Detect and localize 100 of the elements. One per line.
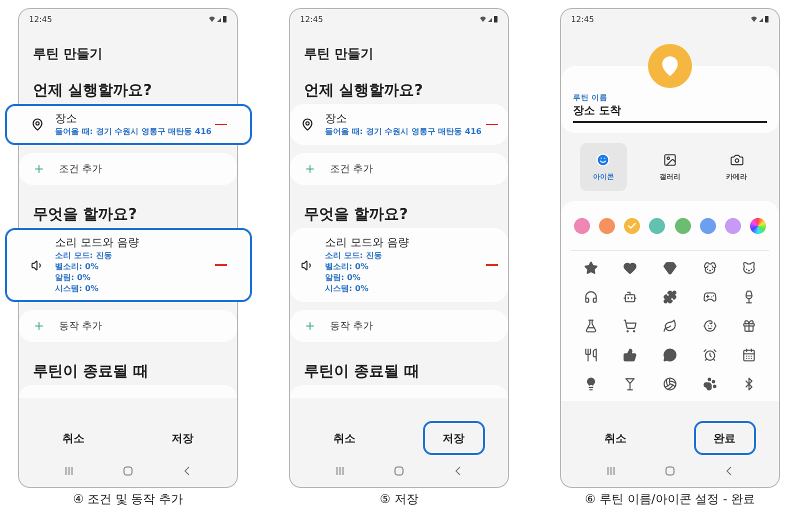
color-swatch[interactable] (750, 218, 766, 234)
add-row[interactable]: 동작 추가 (19, 310, 237, 342)
speech-bubble-icon[interactable] (662, 348, 677, 362)
color-swatch[interactable] (599, 218, 616, 234)
thumbs-up-icon[interactable] (623, 348, 638, 362)
home-icon[interactable] (394, 466, 404, 476)
back-icon[interactable] (182, 466, 192, 476)
speaker-icon (30, 258, 44, 272)
item-detail: 알림: 0% (55, 272, 92, 283)
item-detail: 벨소리: 0% (325, 261, 370, 272)
recent-apps-icon[interactable] (334, 466, 345, 476)
color-swatch[interactable] (624, 218, 640, 234)
cart-icon[interactable] (623, 319, 638, 333)
home-icon[interactable] (664, 466, 675, 476)
item-title: 장소 (325, 112, 348, 126)
ball-icon[interactable] (662, 377, 677, 391)
paw-icon[interactable] (702, 377, 717, 391)
add-label: 동작 추가 (330, 320, 374, 333)
robot-icon[interactable] (623, 290, 638, 304)
speaker-icon (300, 258, 314, 272)
figure-caption: ④ 조건 및 동작 추가 (72, 491, 183, 508)
item-detail: 알림: 0% (325, 272, 362, 283)
heart-icon[interactable] (623, 261, 638, 275)
section-heading: 루틴이 종료될 때 (33, 361, 150, 381)
recent-apps-icon[interactable] (606, 466, 616, 476)
routine-item-card[interactable]: 소리 모드와 음량 소리 모드: 진동 벨소리: 0% 알림: 0% 시스템: 0% (5, 228, 252, 302)
confirm-button[interactable]: 저장 (164, 421, 202, 455)
gift-icon[interactable] (742, 319, 756, 333)
plus-icon (304, 163, 316, 175)
item-detail: 들어올 때: 경기 수원시 영통구 매탄동 416 (55, 126, 213, 137)
add-row[interactable]: 조건 추가 (290, 153, 508, 185)
item-title: 소리 모드와 음량 (55, 236, 140, 250)
add-row[interactable]: 조건 추가 (19, 153, 237, 185)
puzzle-icon[interactable] (662, 290, 677, 304)
home-icon[interactable] (122, 466, 133, 476)
martini-icon[interactable] (623, 377, 638, 391)
status-icons (208, 15, 228, 23)
calendar-icon[interactable] (742, 348, 756, 362)
confirm-button[interactable]: 저장 (422, 421, 484, 455)
status-time: 12:45 (29, 14, 52, 24)
alarm-clock-icon[interactable] (702, 348, 717, 362)
section-heading: 무엇을 할까요? (304, 204, 409, 224)
add-label: 조건 추가 (59, 163, 102, 176)
item-detail: 들어올 때: 경기 수원시 영통구 매탄동 416 (325, 126, 483, 137)
page-title: 루틴 만들기 (33, 46, 104, 64)
utensils-icon[interactable] (584, 348, 598, 362)
dog-icon[interactable] (702, 261, 717, 275)
location-pin-icon (659, 55, 681, 77)
check-icon (627, 221, 638, 231)
name-input-field[interactable]: 장소 도착 (573, 104, 767, 123)
plus-icon (33, 320, 45, 332)
add-label: 조건 추가 (330, 163, 374, 176)
cancel-button[interactable]: 취소 (596, 421, 634, 455)
item-detail: 소리 모드: 진동 (55, 250, 113, 261)
item-title: 장소 (55, 112, 78, 126)
item-title: 소리 모드와 음량 (325, 236, 410, 250)
location-pin-icon (300, 118, 314, 131)
routine-item-card[interactable]: 장소 들어올 때: 경기 수원시 영통구 매탄동 416 (5, 104, 252, 145)
back-icon[interactable] (453, 466, 464, 476)
color-swatch[interactable] (574, 218, 590, 234)
section-heading: 루틴이 종료될 때 (304, 361, 420, 381)
status-time: 12:45 (300, 14, 324, 24)
star-icon[interactable] (584, 261, 598, 275)
image-icon (663, 152, 677, 166)
cancel-button[interactable]: 취소 (326, 421, 364, 455)
plus-icon (33, 163, 45, 175)
flask-icon[interactable] (584, 319, 598, 333)
gamepad-icon[interactable] (702, 290, 717, 304)
back-icon[interactable] (724, 466, 734, 476)
recent-apps-icon[interactable] (64, 466, 74, 476)
add-row[interactable]: 동작 추가 (290, 310, 508, 342)
color-swatch[interactable] (724, 218, 741, 234)
color-swatch[interactable] (700, 218, 716, 234)
plus-icon (304, 320, 316, 332)
item-detail: 소리 모드: 진동 (325, 250, 383, 261)
page-title: 루틴 만들기 (304, 46, 375, 64)
location-pin-icon (30, 118, 44, 131)
item-detail: 시스템: 0% (55, 283, 100, 294)
item-detail: 벨소리: 0% (55, 261, 100, 272)
color-swatch[interactable] (674, 218, 691, 234)
status-time: 12:45 (571, 14, 594, 24)
gem-icon[interactable] (662, 261, 677, 275)
cat-icon[interactable] (742, 261, 756, 275)
status-icons (479, 15, 499, 23)
leaf-icon[interactable] (662, 319, 677, 333)
headphones-icon[interactable] (584, 290, 598, 304)
routine-item-card[interactable]: 장소 들어올 때: 경기 수원시 영통구 매탄동 416 (290, 104, 508, 145)
section-heading: 무엇을 할까요? (33, 204, 138, 224)
status-icons (750, 15, 770, 23)
cancel-button[interactable]: 취소 (54, 421, 92, 455)
add-label: 동작 추가 (59, 320, 102, 333)
smile-icon (596, 152, 610, 166)
figure-caption: ⑤ 저장 (380, 491, 418, 508)
confirm-button[interactable]: 완료 (694, 421, 756, 455)
routine-item-card[interactable]: 소리 모드와 음량 소리 모드: 진동 벨소리: 0% 알림: 0% 시스템: 0% (290, 228, 508, 302)
section-heading: 언제 실행할까요? (33, 80, 153, 100)
item-detail: 시스템: 0% (325, 283, 370, 294)
baby-icon[interactable] (702, 319, 717, 333)
figure-caption: ⑥ 루틴 이름/아이콘 설정 - 완료 (584, 491, 756, 508)
color-swatch[interactable] (649, 218, 666, 234)
